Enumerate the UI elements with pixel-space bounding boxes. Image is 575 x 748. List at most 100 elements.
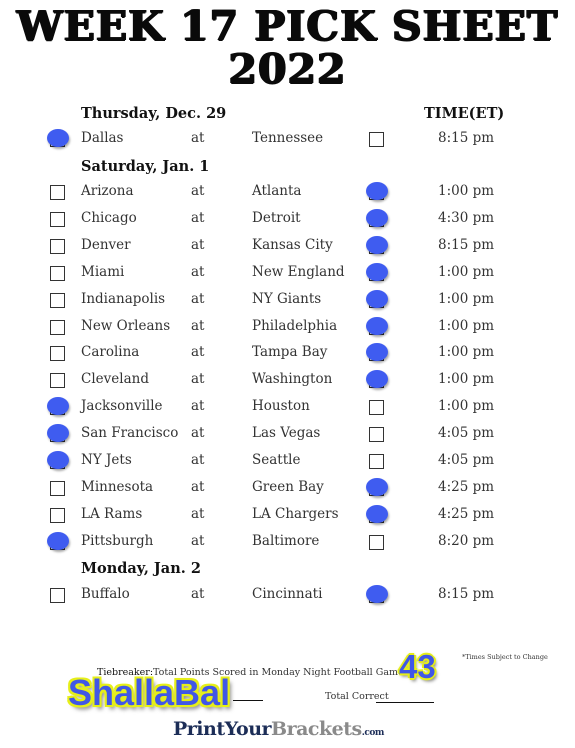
home-pick-checkbox[interactable] (369, 534, 384, 550)
away-team: Dallas (81, 130, 124, 146)
pick-mark-home (366, 235, 388, 254)
away-team: Cleveland (81, 371, 149, 388)
total-correct-field[interactable] (376, 702, 434, 703)
home-pick-checkbox[interactable] (369, 454, 384, 469)
at-label: at (191, 505, 205, 522)
home-team: Houston (252, 398, 310, 415)
total-correct-label: Total Correct (325, 691, 389, 702)
away-pick-checkbox[interactable] (50, 480, 65, 496)
printyourbrackets-logo: PrintYourBrackets.com (173, 718, 384, 740)
away-team: Buffalo (81, 586, 130, 602)
pick-mark-home (366, 370, 388, 389)
game-time: 1:00 pm (438, 344, 495, 361)
at-label: at (191, 317, 205, 334)
game-row: Jacksonville at Houston 1:00 pm (0, 397, 575, 419)
away-team: Arizona (81, 183, 134, 199)
at-label: at (191, 130, 205, 146)
away-team: NY Jets (81, 452, 132, 468)
pick-mark-home (366, 343, 388, 362)
away-pick-checkbox[interactable] (50, 346, 65, 362)
game-time: 1:00 pm (438, 183, 495, 199)
at-label: at (191, 209, 205, 226)
away-team: Denver (81, 236, 131, 253)
home-pick-checkbox[interactable] (369, 427, 384, 443)
at-label: at (191, 586, 205, 602)
away-pick-checkbox[interactable] (50, 319, 65, 335)
away-team: LA Rams (81, 505, 143, 522)
home-team: LA Chargers (252, 505, 339, 522)
at-label: at (191, 236, 205, 253)
at-label: at (191, 290, 205, 307)
away-team: Carolina (81, 344, 140, 361)
away-pick-checkbox[interactable] (50, 507, 65, 523)
game-time: 8:15 pm (438, 236, 495, 253)
pick-mark-home (366, 262, 388, 281)
page-title: WEEK 17 PICK SHEET (16, 2, 559, 50)
home-team: Atlanta (252, 183, 302, 199)
at-label: at (191, 263, 205, 280)
game-row: Indianapolis at NY Giants 1:00 pm (0, 289, 575, 312)
away-team: San Francisco (81, 425, 179, 442)
game-row: Minnesota at Green Bay 4:25 pm (0, 477, 575, 500)
game-time: 4:25 pm (438, 505, 495, 522)
home-team: Green Bay (252, 478, 324, 495)
away-team: Pittsburgh (81, 532, 154, 549)
logo-part-brackets: Brackets (271, 718, 362, 740)
away-pick-checkbox[interactable] (50, 292, 65, 308)
home-team: Las Vegas (252, 425, 321, 442)
name-field[interactable]: ShallaBal (68, 672, 230, 714)
game-time: 8:15 pm (438, 130, 495, 146)
pick-mark-home (366, 477, 388, 496)
game-row: LA Rams at LA Chargers 4:25 pm (0, 504, 575, 527)
pick-mark-away (47, 397, 69, 416)
game-row: Carolina at Tampa Bay 1:00 pm (0, 343, 575, 365)
home-team: Seattle (252, 452, 301, 468)
home-team: Philadelphia (252, 317, 338, 334)
home-team: NY Giants (252, 290, 322, 307)
home-team: Tampa Bay (252, 344, 328, 361)
name-line (233, 700, 263, 701)
away-team: Chicago (81, 209, 137, 226)
game-row: Arizona at Atlanta 1:00 pm (0, 182, 575, 204)
pick-mark-home (366, 289, 388, 308)
game-time: 4:05 pm (438, 425, 495, 442)
pick-mark-home (366, 208, 388, 227)
away-pick-checkbox[interactable] (50, 211, 65, 227)
at-label: at (191, 371, 205, 388)
away-pick-checkbox[interactable] (50, 238, 65, 254)
game-row: Pittsburgh at Baltimore 8:20 pm (0, 531, 575, 554)
home-pick-checkbox[interactable] (369, 132, 384, 147)
home-team: Tennessee (252, 130, 324, 146)
game-row: Dallas at Tennessee 8:15 pm (0, 129, 575, 151)
away-pick-checkbox[interactable] (50, 185, 65, 200)
away-pick-checkbox[interactable] (50, 588, 65, 603)
away-pick-checkbox[interactable] (50, 373, 65, 389)
page-title-year: 2022 (228, 45, 347, 93)
times-footnote: *Times Subject to Change (462, 653, 548, 661)
at-label: at (191, 532, 205, 549)
away-team: Minnesota (81, 478, 154, 495)
home-pick-checkbox[interactable] (369, 400, 384, 416)
day-header: Saturday, Jan. 1 (81, 158, 210, 175)
logo-part-print-your: PrintYour (173, 718, 272, 740)
game-row: San Francisco at Las Vegas 4:05 pm (0, 424, 575, 446)
game-row: Chicago at Detroit 4:30 pm (0, 208, 575, 231)
pick-mark-away (47, 424, 69, 443)
pick-mark-home (366, 182, 388, 200)
day-header: Thursday, Dec. 29 (81, 105, 227, 122)
game-row: Miami at New England 1:00 pm (0, 262, 575, 285)
home-team: Detroit (252, 209, 301, 226)
away-team: Indianapolis (81, 290, 166, 307)
home-team: Cincinnati (252, 586, 323, 602)
logo-part-com: .com (361, 728, 385, 738)
game-time: 4:25 pm (438, 478, 495, 495)
game-time: 1:00 pm (438, 371, 495, 388)
away-pick-checkbox[interactable] (50, 265, 65, 281)
tiebreaker-answer-field[interactable]: 43 (399, 648, 436, 686)
at-label: at (191, 478, 205, 495)
pick-mark-home (366, 585, 388, 603)
at-label: at (191, 344, 205, 361)
time-column-header: TIME(ET) (424, 105, 505, 122)
away-team: New Orleans (81, 317, 171, 334)
game-row: Denver at Kansas City 8:15 pm (0, 235, 575, 258)
